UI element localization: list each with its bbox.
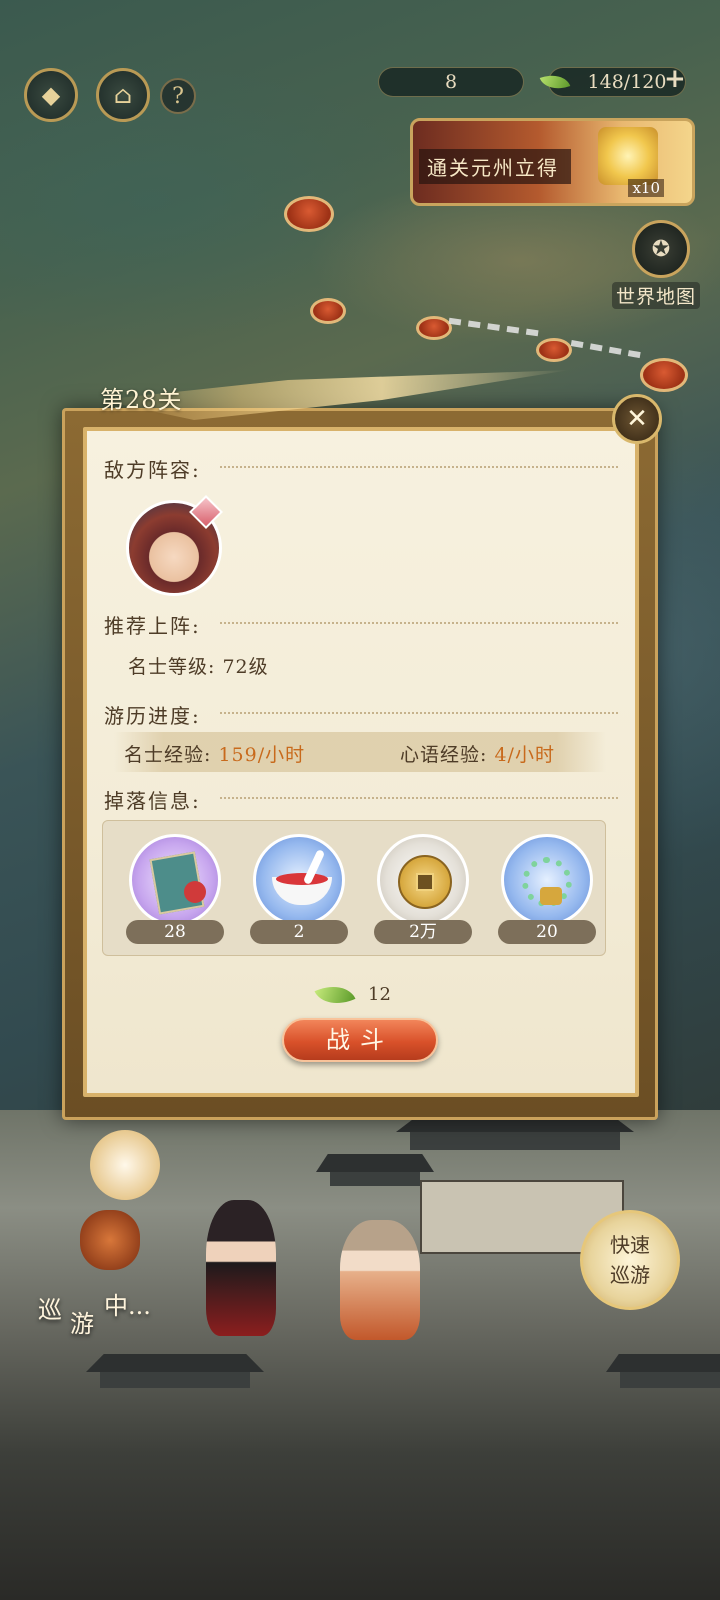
heart-exp-value: 4/小时 xyxy=(494,744,555,766)
quick-tour-label: 快速 巡游 xyxy=(610,1230,650,1290)
divider xyxy=(220,622,618,624)
world-map-label: 世界地图 xyxy=(612,282,701,309)
touring-status: 巡 xyxy=(38,1296,62,1324)
touring-status: 中... xyxy=(104,1292,151,1320)
drop-count: 20 xyxy=(498,920,596,944)
wine-jar xyxy=(80,1210,140,1270)
crane-icon[interactable]: ◆ xyxy=(24,68,78,122)
quick-tour-line1: 快速 xyxy=(610,1233,650,1257)
book-icon xyxy=(129,834,221,926)
recommended-label: 推荐上阵: xyxy=(104,614,201,638)
building-roof xyxy=(620,1370,720,1388)
quick-tour-line2: 巡游 xyxy=(610,1263,650,1287)
stamina-value: 8 xyxy=(444,71,458,93)
stamina-counter: 8 xyxy=(378,67,524,97)
coin-icon xyxy=(377,834,469,926)
map-node[interactable] xyxy=(640,358,688,392)
scholar-exp-label: 名士经验: xyxy=(124,744,212,766)
fight-cost: 12 xyxy=(368,984,391,1005)
event-banner[interactable]: 通关元州立得 x10 xyxy=(410,118,695,206)
scholar-exp-value: 159/小时 xyxy=(218,744,306,766)
divider xyxy=(220,712,618,714)
map-node[interactable] xyxy=(536,338,572,362)
drop-item[interactable]: 2万 xyxy=(374,832,472,944)
close-icon: ✕ xyxy=(626,404,648,434)
divider xyxy=(220,466,618,468)
drop-count: 2 xyxy=(250,920,348,944)
character-sprite[interactable] xyxy=(206,1200,276,1336)
scholar-exp: 名士经验: 159/小时 xyxy=(124,740,305,767)
compass-icon: ✪ xyxy=(651,236,671,262)
stage-title: 第28关 xyxy=(100,386,183,414)
map-node[interactable] xyxy=(310,298,346,324)
fight-button[interactable]: 战斗 xyxy=(282,1018,438,1062)
recommended-level-value: 72级 xyxy=(222,656,269,678)
quick-tour-button[interactable]: 快速 巡游 xyxy=(580,1210,680,1310)
bracelet-icon xyxy=(501,834,593,926)
leaf-currency-value: 148/120 xyxy=(587,71,667,93)
bowl-icon xyxy=(253,834,345,926)
drop-item[interactable]: 2 xyxy=(250,832,348,944)
drop-item[interactable]: 28 xyxy=(126,832,224,944)
close-button[interactable]: ✕ xyxy=(612,394,662,444)
drops-label: 掉落信息: xyxy=(104,789,201,813)
building-roof xyxy=(330,1170,420,1186)
reward-item-icon xyxy=(598,127,658,185)
recommended-level: 名士等级: 72级 xyxy=(128,652,269,679)
world-map-button[interactable]: ✪ xyxy=(632,220,690,278)
reward-count: x10 xyxy=(628,179,664,197)
pavilion-icon[interactable]: ⌂ xyxy=(96,68,150,122)
bird-companion xyxy=(90,1130,160,1200)
event-banner-text: 通关元州立得 xyxy=(419,149,571,184)
drop-item[interactable]: 20 xyxy=(498,832,596,944)
drop-count: 2万 xyxy=(374,920,472,944)
touring-status: 游 xyxy=(70,1310,94,1338)
building-roof xyxy=(100,1370,250,1388)
map-node[interactable] xyxy=(416,316,452,340)
add-currency-button[interactable]: + xyxy=(664,64,686,94)
divider xyxy=(220,797,618,799)
building-roof xyxy=(410,1130,620,1150)
heart-exp: 心语经验: 4/小时 xyxy=(400,740,555,767)
recommended-level-label: 名士等级: xyxy=(128,656,216,678)
help-button[interactable]: ? xyxy=(160,78,196,114)
enemy-lineup-label: 敌方阵容: xyxy=(104,458,201,482)
map-node[interactable] xyxy=(284,196,334,232)
drop-count: 28 xyxy=(126,920,224,944)
character-sprite[interactable] xyxy=(340,1220,420,1340)
heart-exp-label: 心语经验: xyxy=(400,744,488,766)
progress-label: 游历进度: xyxy=(104,704,201,728)
